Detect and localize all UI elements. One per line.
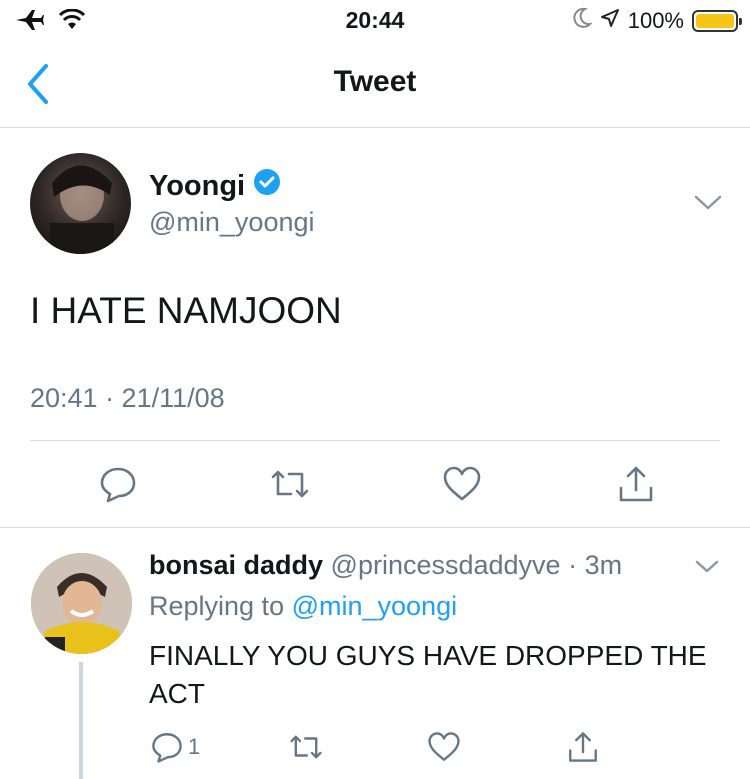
like-icon xyxy=(428,732,460,761)
reply-options-button[interactable] xyxy=(692,554,722,580)
reply-icon xyxy=(100,467,136,503)
retweet-button[interactable] xyxy=(268,462,312,506)
like-button[interactable] xyxy=(440,462,484,506)
divider xyxy=(30,440,720,441)
share-button[interactable] xyxy=(614,462,658,506)
reply-actions: 1 xyxy=(0,727,750,767)
status-bar: 20:44 100% xyxy=(0,0,750,40)
retweet-icon xyxy=(271,470,309,498)
page-title: Tweet xyxy=(333,65,417,98)
author-name[interactable]: Yoongi xyxy=(149,170,245,203)
tweet-timestamp: 20:41 · 21/11/08 xyxy=(30,383,225,413)
reply-retweet-button[interactable] xyxy=(288,727,324,767)
replying-to-link[interactable]: @min_yoongi xyxy=(292,591,458,621)
reply-author-handle[interactable]: @princessdaddyve xyxy=(331,550,561,580)
share-icon xyxy=(619,466,653,502)
replying-to: Replying to @min_yoongi xyxy=(149,591,457,622)
verified-badge-icon xyxy=(253,168,281,204)
tweet-options-button[interactable] xyxy=(690,188,726,218)
reply-count: 1 xyxy=(188,734,201,759)
battery-icon xyxy=(692,10,742,32)
reply-author-avatar[interactable] xyxy=(31,553,132,654)
reply-header: bonsai daddy @princessdaddyve · 3m xyxy=(149,550,622,581)
chevron-down-icon xyxy=(694,195,722,210)
share-icon xyxy=(569,732,597,762)
location-icon xyxy=(600,8,620,34)
reply-author-name[interactable]: bonsai daddy xyxy=(149,550,323,580)
author-handle[interactable]: @min_yoongi xyxy=(149,207,315,238)
retweet-icon xyxy=(290,735,322,759)
battery-percent: 100% xyxy=(627,8,684,33)
nav-bar: Tweet xyxy=(0,40,750,128)
reply-text: FINALLY YOU GUYS HAVE DROPPED THE ACT xyxy=(149,640,707,709)
chevron-down-icon xyxy=(695,560,719,573)
reply-share-button[interactable] xyxy=(566,727,600,767)
reply-time: · 3m xyxy=(568,550,623,580)
author-name-row[interactable]: Yoongi xyxy=(149,168,281,204)
reply-reply-button[interactable]: 1 xyxy=(150,727,200,767)
like-icon xyxy=(443,466,481,501)
author-avatar[interactable] xyxy=(30,153,131,254)
moon-icon xyxy=(572,7,593,35)
divider xyxy=(0,527,750,528)
tweet-text: I HATE NAMJOON xyxy=(30,290,342,331)
tweet-actions xyxy=(0,462,750,506)
reply-button[interactable] xyxy=(96,462,140,506)
reply-like-button[interactable] xyxy=(427,727,461,767)
reply-icon xyxy=(152,733,182,763)
replying-to-label: Replying to xyxy=(149,591,292,621)
